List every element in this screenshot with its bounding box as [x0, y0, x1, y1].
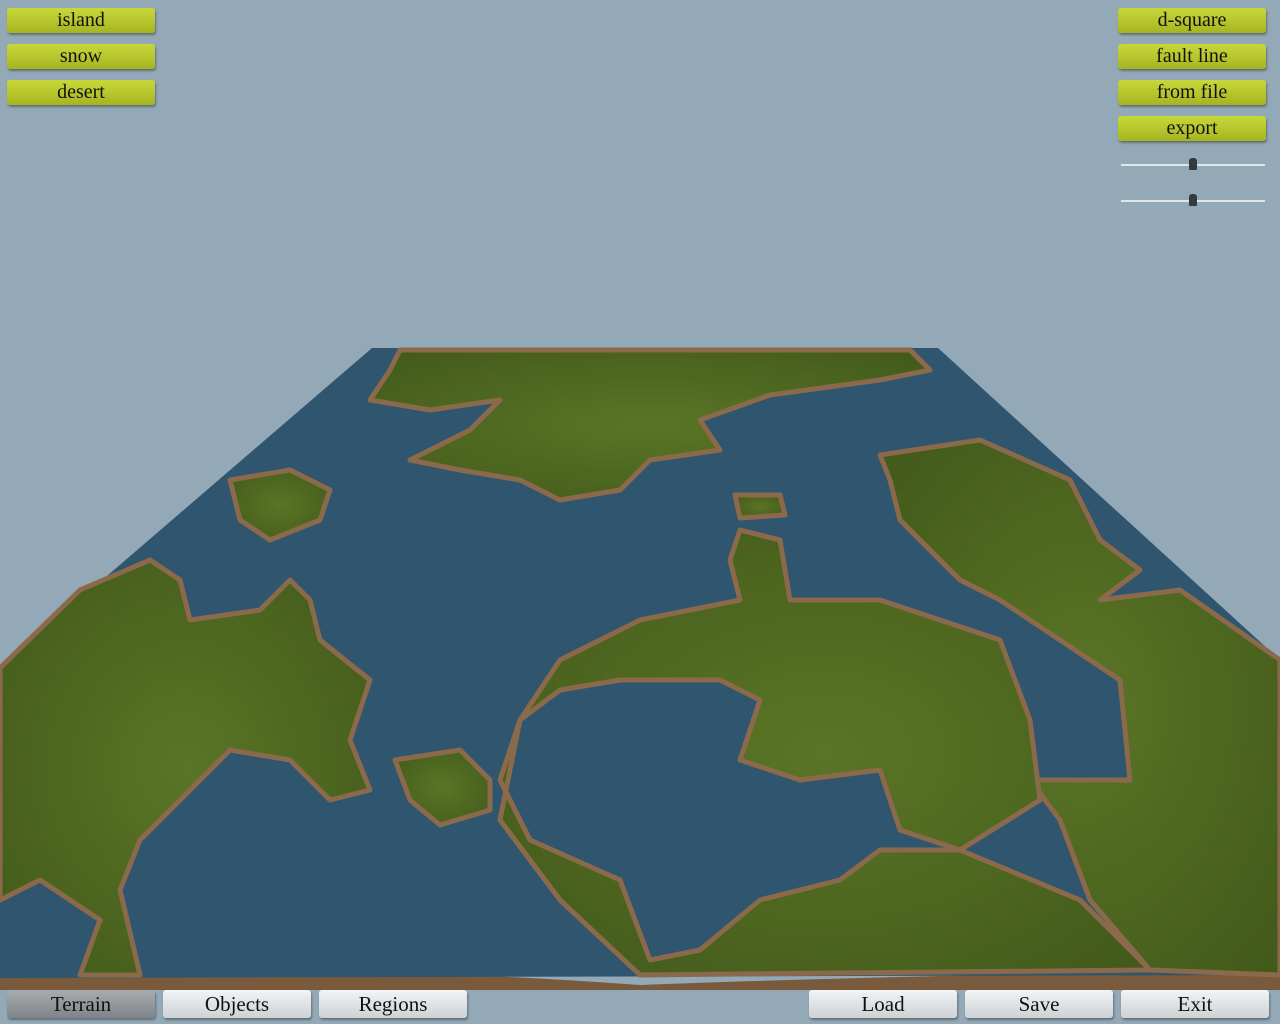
slider-2[interactable] [1121, 194, 1265, 208]
exit-button[interactable]: Exit [1121, 990, 1269, 1018]
tab-objects[interactable]: Objects [163, 990, 311, 1018]
tab-regions[interactable]: Regions [319, 990, 467, 1018]
load-button[interactable]: Load [809, 990, 957, 1018]
fault-line-button[interactable]: fault line [1118, 44, 1266, 69]
slider-1[interactable] [1121, 158, 1265, 172]
d-square-button[interactable]: d-square [1118, 8, 1266, 33]
terrain-viewport[interactable] [0, 0, 1280, 1024]
slider-thumb[interactable] [1189, 158, 1197, 170]
save-button[interactable]: Save [965, 990, 1113, 1018]
tab-terrain[interactable]: Terrain [7, 990, 155, 1018]
from-file-button[interactable]: from file [1118, 80, 1266, 105]
preset-snow-button[interactable]: snow [7, 44, 155, 69]
island-small-center [732, 492, 788, 521]
preset-island-button[interactable]: island [7, 8, 155, 33]
preset-desert-button[interactable]: desert [7, 80, 155, 105]
slider-thumb[interactable] [1189, 194, 1197, 206]
export-button[interactable]: export [1118, 116, 1266, 141]
